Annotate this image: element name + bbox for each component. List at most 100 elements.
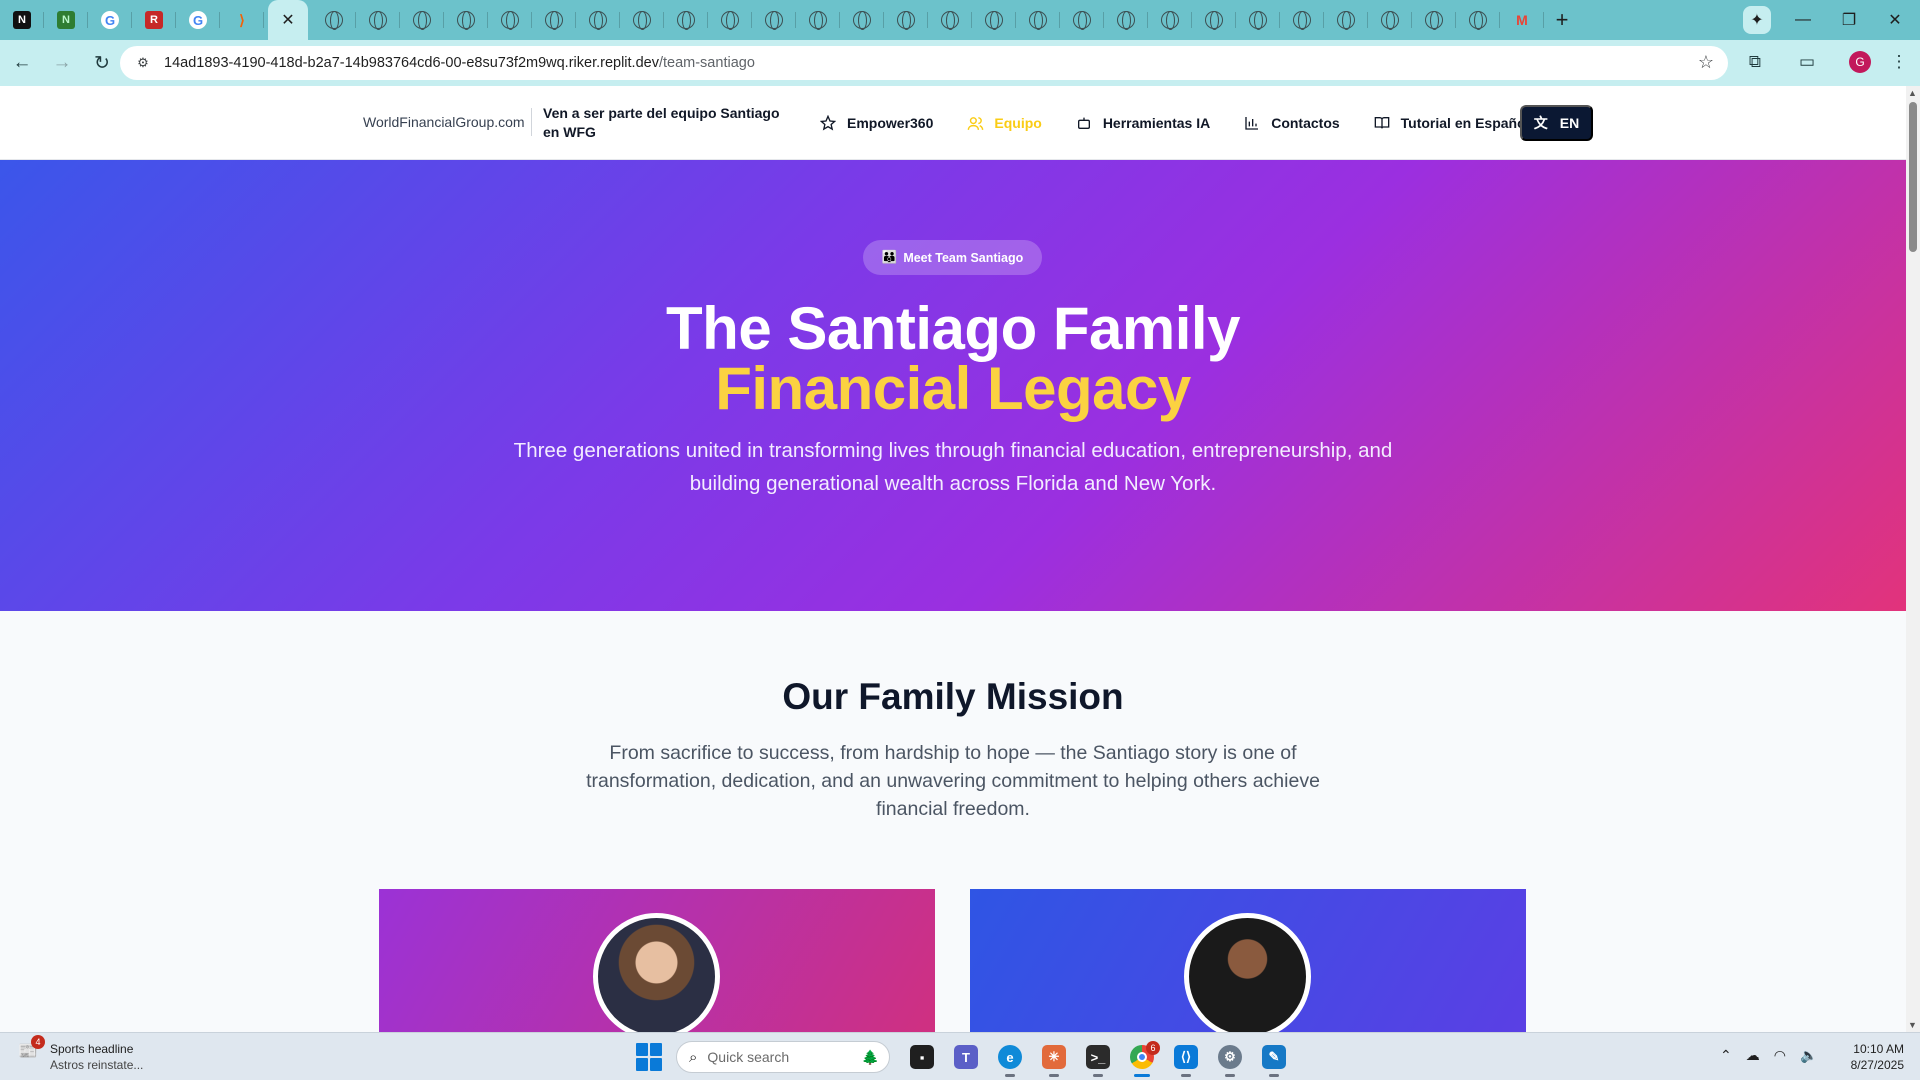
gemini-button[interactable]: ✦ (1734, 0, 1780, 40)
globe-icon (501, 11, 519, 30)
address-bar[interactable]: ⚙ 14ad1893-4190-418d-b2a7-14b983764cd6-0… (120, 46, 1728, 80)
tab-google-1[interactable]: G (88, 0, 132, 40)
tab-loading[interactable] (796, 0, 840, 40)
terminal-button[interactable]: >_ (1076, 1039, 1120, 1077)
globe-icon (985, 11, 1003, 30)
tab-loading[interactable] (752, 0, 796, 40)
tab-loading[interactable] (488, 0, 532, 40)
tab-loading[interactable] (972, 0, 1016, 40)
close-window-button[interactable]: ✕ (1872, 0, 1918, 40)
tab-loading[interactable] (1412, 0, 1456, 40)
browser-toolbar: ← → ↻ ⚙ 14ad1893-4190-418d-b2a7-14b98376… (0, 40, 1920, 86)
hero-badge: 👪 Meet Team Santiago (863, 240, 1042, 275)
tab-loading[interactable] (1368, 0, 1412, 40)
tab-loading[interactable] (532, 0, 576, 40)
tab-replit[interactable]: ⟩ (220, 0, 264, 40)
replit-icon: ⟩ (239, 11, 245, 28)
tab-loading[interactable] (1192, 0, 1236, 40)
page-scrollbar[interactable]: ▲ ▼ (1906, 86, 1920, 1032)
globe-icon (941, 11, 959, 30)
nav-item-contactos[interactable]: Contactos (1242, 113, 1340, 133)
chrome-button[interactable]: 6 (1120, 1039, 1164, 1077)
tab-loading[interactable] (444, 0, 488, 40)
back-button[interactable]: ← (4, 45, 40, 81)
tab-app[interactable]: N (44, 0, 88, 40)
team-card (970, 889, 1526, 1032)
tab-gmail[interactable]: M (1500, 0, 1544, 40)
teams-button[interactable]: T (944, 1039, 988, 1075)
tab-loading[interactable] (356, 0, 400, 40)
cast-icon[interactable]: ▭ (1790, 45, 1824, 79)
scrollbar-thumb[interactable] (1909, 102, 1917, 252)
chevron-up-icon[interactable]: ⌃ (1720, 1047, 1732, 1064)
globe-icon (369, 11, 387, 30)
tab-loading[interactable] (1324, 0, 1368, 40)
nav-label: Empower360 (847, 115, 934, 131)
tab-loading[interactable] (840, 0, 884, 40)
tab-loading[interactable] (1456, 0, 1500, 40)
globe-icon (413, 11, 431, 30)
globe-icon (721, 11, 739, 30)
profile-button[interactable]: G (1843, 45, 1877, 79)
tab-loading[interactable] (1104, 0, 1148, 40)
edge-button[interactable]: e (988, 1039, 1032, 1077)
start-button[interactable] (636, 1043, 664, 1071)
tab-loading[interactable] (576, 0, 620, 40)
tab-loading[interactable] (928, 0, 972, 40)
settings-button[interactable]: ⚙ (1208, 1039, 1252, 1077)
tab-loading[interactable] (664, 0, 708, 40)
globe-icon (1205, 11, 1223, 30)
extensions-icon[interactable]: ⧉ (1738, 45, 1772, 79)
forward-button[interactable]: → (44, 45, 80, 81)
tab-active[interactable]: ✕ (268, 0, 308, 40)
tab-loading[interactable] (708, 0, 752, 40)
tab-loading[interactable] (620, 0, 664, 40)
new-tab-button[interactable]: + (1544, 0, 1580, 40)
minimize-button[interactable]: — (1780, 0, 1826, 40)
claude-button[interactable]: ✳ (1032, 1039, 1076, 1077)
tab-notion[interactable]: N (0, 0, 44, 40)
close-icon[interactable]: ✕ (281, 10, 294, 30)
vscode-button[interactable]: ⟨⟩ (1164, 1039, 1208, 1077)
brand-link[interactable]: WorldFinancialGroup.com (363, 114, 525, 130)
nav-item-empower360[interactable]: Empower360 (818, 113, 933, 133)
language-button[interactable]: 文 EN (1520, 105, 1593, 141)
menu-icon[interactable]: ⋮ (1882, 45, 1916, 79)
tab-loading[interactable] (1236, 0, 1280, 40)
wifi-icon[interactable]: ◠ (1774, 1047, 1786, 1064)
tab-loading[interactable] (1016, 0, 1060, 40)
nav-label: Contactos (1271, 115, 1340, 131)
onedrive-icon[interactable]: ☁ (1746, 1047, 1760, 1064)
tab-google-2[interactable]: G (176, 0, 220, 40)
tab-loading[interactable] (1148, 0, 1192, 40)
taskbar-search[interactable]: ⌕ Quick search 🌲 (676, 1041, 890, 1073)
gmail-icon: M (1516, 12, 1528, 28)
hero-section: 👪 Meet Team Santiago The Santiago Family… (0, 160, 1906, 611)
globe-icon (1117, 11, 1135, 30)
scroll-up-icon[interactable]: ▲ (1908, 88, 1917, 98)
teams-icon: T (954, 1045, 978, 1069)
news-title: Sports headline (50, 1042, 134, 1056)
nav-item-equipo[interactable]: Equipo (965, 113, 1042, 133)
nav-label: Equipo (994, 115, 1042, 131)
globe-icon (457, 11, 475, 30)
nav-item-herramientas[interactable]: Herramientas IA (1074, 113, 1210, 133)
file-explorer-button[interactable]: ▪ (900, 1039, 944, 1075)
nav-item-tutorial[interactable]: Tutorial en Español (1372, 113, 1530, 133)
restore-button[interactable]: ❐ (1826, 0, 1872, 40)
tab-loading[interactable] (1280, 0, 1324, 40)
pen-app-button[interactable]: ✎ (1252, 1039, 1296, 1077)
tab-loading[interactable] (312, 0, 356, 40)
news-widget[interactable]: 📰 4 Sports headline Astros reinstate... (18, 1035, 143, 1073)
clock[interactable]: 10:10 AM 8/27/2025 (1838, 1041, 1904, 1073)
scroll-down-icon[interactable]: ▼ (1908, 1020, 1917, 1030)
site-settings-icon[interactable]: ⚙ (132, 52, 154, 74)
window-controls: ✦ — ❐ ✕ (1734, 0, 1918, 40)
volume-icon[interactable]: 🔈 (1800, 1047, 1817, 1064)
tab-red-app[interactable]: R (132, 0, 176, 40)
bookmark-star-icon[interactable]: ☆ (1698, 52, 1714, 73)
tab-loading[interactable] (400, 0, 444, 40)
tab-loading[interactable] (1060, 0, 1104, 40)
reload-button[interactable]: ↻ (84, 45, 120, 81)
tab-loading[interactable] (884, 0, 928, 40)
